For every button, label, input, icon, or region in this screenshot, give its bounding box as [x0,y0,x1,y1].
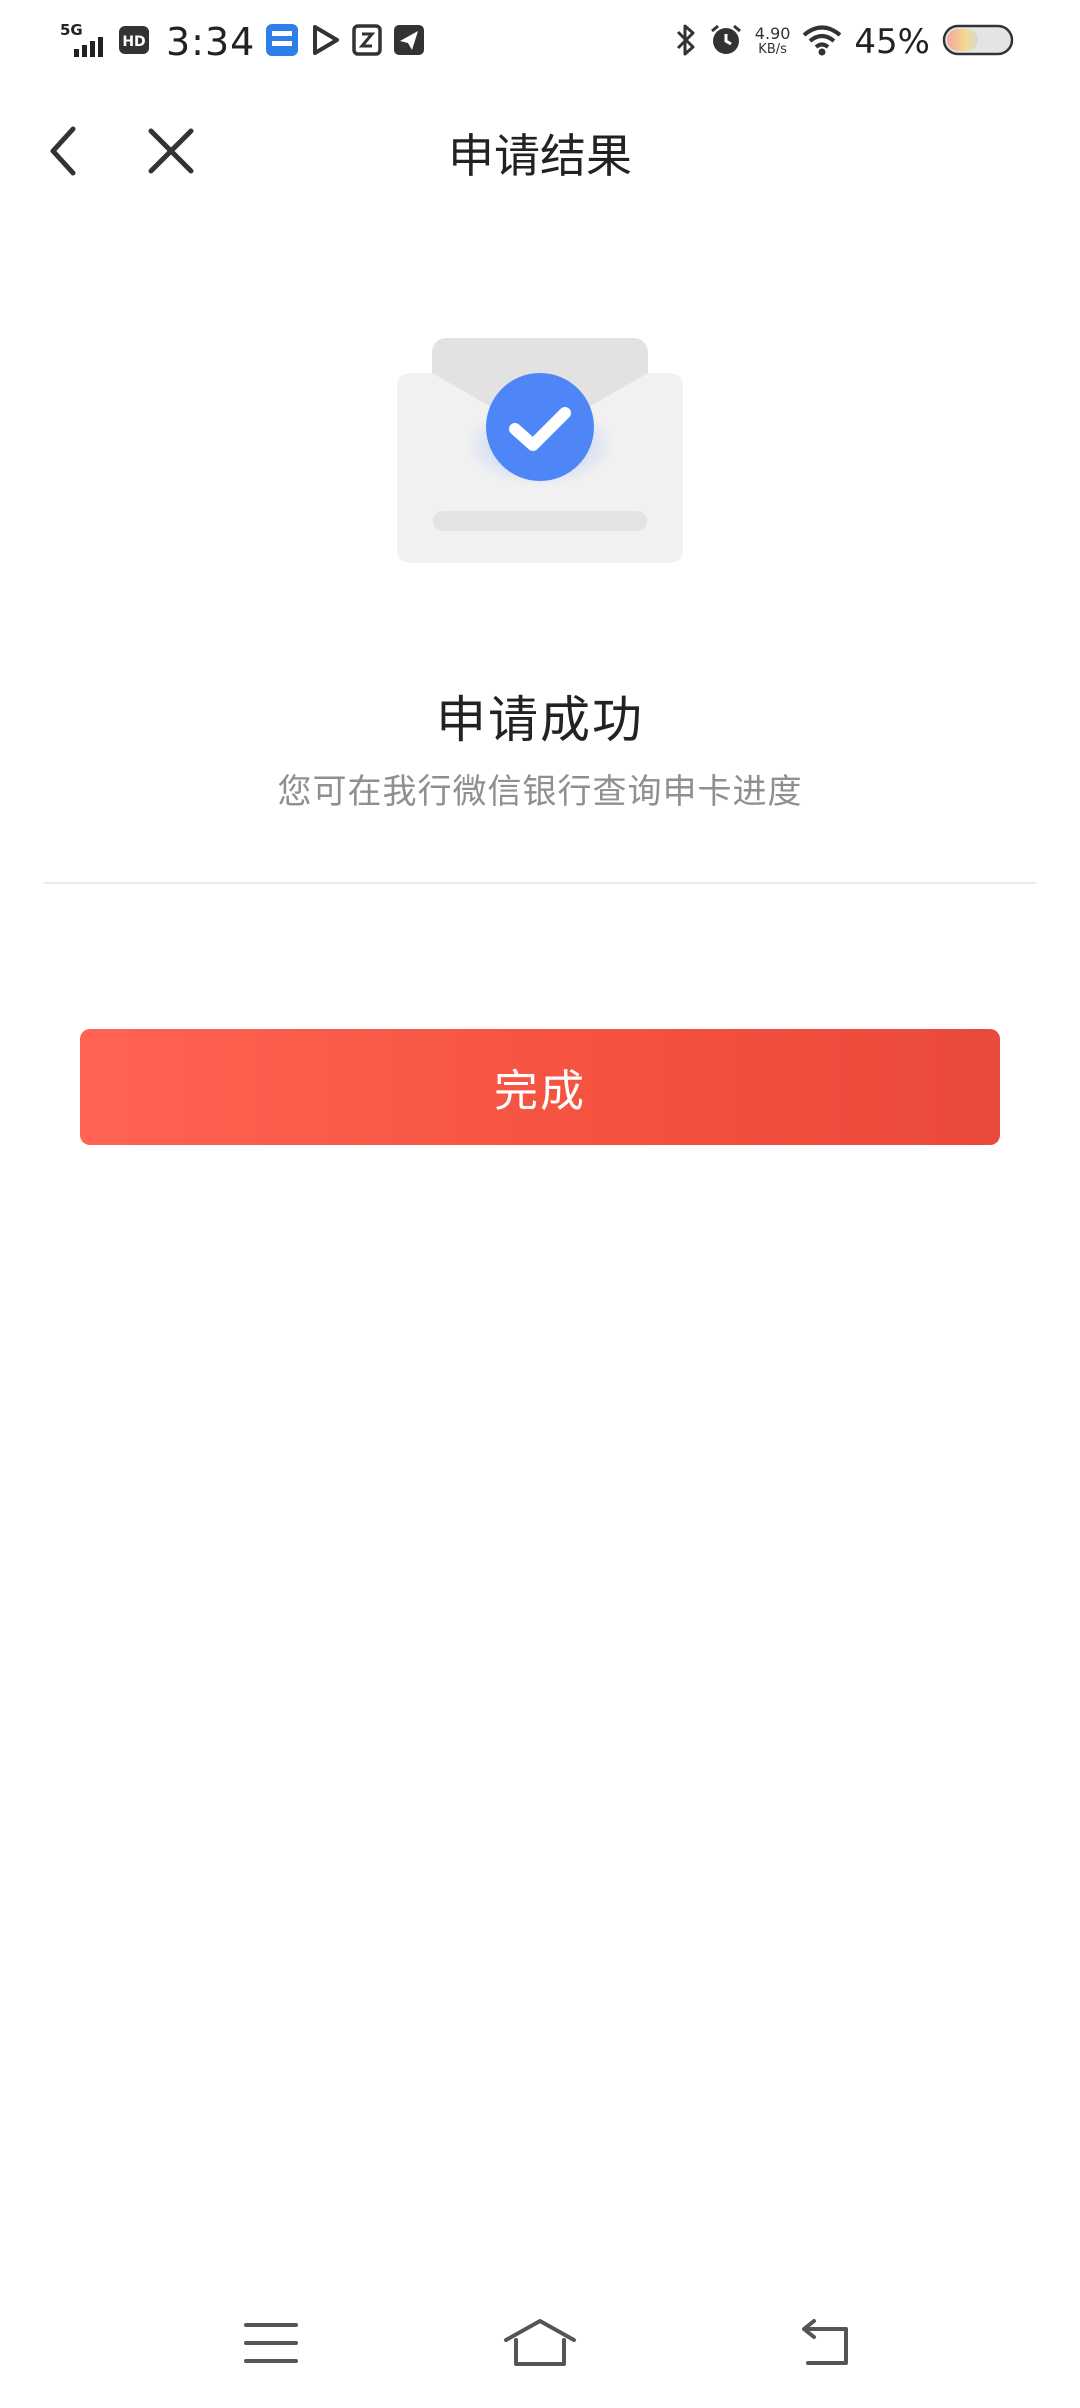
send-icon [393,24,425,60]
envelope-check-icon [395,335,685,565]
menu-button[interactable] [231,2310,311,2380]
bluetooth-icon [675,23,697,61]
svg-text:HD: HD [122,34,145,50]
result-subtitle: 您可在我行微信银行查询申卡进度 [277,772,803,812]
alarm-icon [709,23,743,61]
app-notification-icon [265,23,299,61]
system-nav-bar [0,2300,1080,2390]
home-button[interactable] [500,2310,580,2380]
battery-icon [942,23,1016,61]
wifi-icon [802,24,842,60]
back-nav-button[interactable] [784,2310,864,2380]
play-icon [309,24,341,60]
signal-icon: 5G [60,21,108,63]
status-bar: 5G HD 3:34 4.90 KB/s 45% [0,0,1080,84]
status-time: 3:34 [166,20,256,64]
back-icon [796,2319,852,2371]
network-speed: 4.90 KB/s [754,24,791,58]
battery-percent: 45% [854,22,930,62]
menu-icon [243,2321,299,2369]
result-title: 申请成功 [436,691,644,749]
done-button[interactable]: 完成 [80,1029,1000,1145]
hd-icon: HD [118,25,150,59]
svg-text:5G: 5G [60,21,83,39]
status-bar-right: 4.90 KB/s 45% [675,18,1016,66]
divider [44,882,1036,884]
page-title: 申请结果 [448,129,632,183]
home-icon [502,2318,578,2372]
note-icon [351,24,383,60]
status-bar-left: 5G HD 3:34 [60,18,425,66]
title-bar: 申请结果 [0,100,1080,204]
